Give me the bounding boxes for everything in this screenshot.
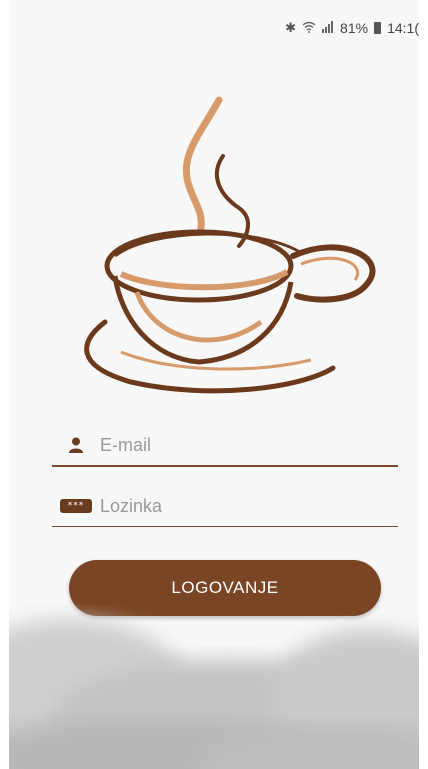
- battery-percentage: 81%: [340, 20, 369, 36]
- battery-icon: [374, 22, 382, 34]
- signal-icon: [322, 20, 334, 36]
- clock: 14:1(: [387, 20, 419, 36]
- bluetooth-icon: ✱: [285, 20, 297, 35]
- email-field: [52, 425, 398, 467]
- password-field: ***: [52, 486, 398, 527]
- coffee-cup-logo: [84, 96, 376, 394]
- email-input[interactable]: [100, 434, 380, 456]
- login-screen: ✱ 81% 14:1(E-mail *** LOGOVANJE: [9, 0, 419, 769]
- password-icon: ***: [60, 499, 92, 513]
- status-bar: ✱ 81% 14:1(: [285, 18, 419, 38]
- mist-background: [9, 619, 419, 769]
- password-input[interactable]: [100, 495, 380, 517]
- wifi-icon: [302, 21, 316, 36]
- user-icon: [52, 437, 100, 453]
